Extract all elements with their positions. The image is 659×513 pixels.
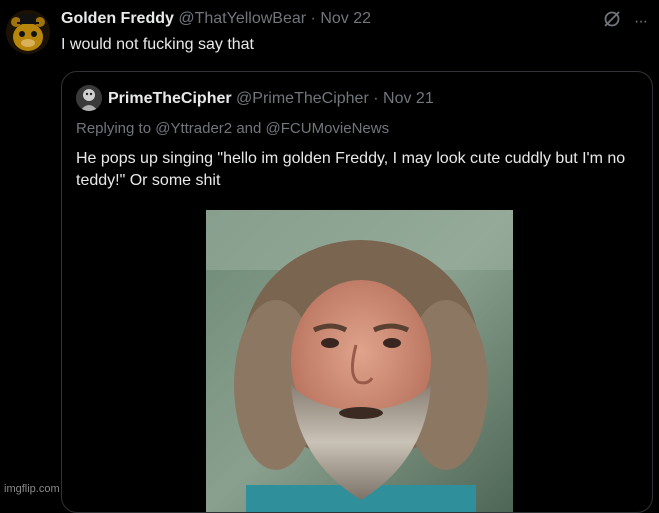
quoted-date[interactable]: Nov 21	[383, 90, 434, 107]
replying-to: Replying to @Yttrader2 and @FCUMovieNews	[76, 119, 389, 139]
reply-mention-2[interactable]: @FCUMovieNews	[266, 120, 390, 137]
replying-and: and	[236, 120, 262, 137]
watermark: imgflip.com	[4, 483, 60, 495]
quoted-author-handle[interactable]: @PrimeTheCipher	[236, 90, 369, 107]
golden-freddy-avatar-icon	[6, 10, 50, 54]
quoted-text: He pops up singing "hello im golden Fred…	[76, 150, 626, 189]
quoted-header: PrimeTheCipher @PrimeTheCipher · Nov 21	[108, 89, 434, 109]
photo-illustration	[206, 210, 513, 512]
separator: ·	[310, 10, 316, 27]
tweet-date[interactable]: Nov 22	[320, 10, 371, 27]
reply-mention-1[interactable]: @Yttrader2	[155, 120, 232, 137]
cipher-avatar-icon	[76, 85, 102, 111]
quoted-author-name[interactable]: PrimeTheCipher	[108, 90, 232, 107]
quoted-avatar[interactable]	[76, 85, 102, 111]
author-name[interactable]: Golden Freddy	[61, 10, 174, 27]
quoted-tweet[interactable]: PrimeTheCipher @PrimeTheCipher · Nov 21 …	[61, 71, 653, 513]
replying-prefix: Replying to	[76, 120, 152, 137]
grok-icon[interactable]	[602, 9, 622, 34]
tweet-text: I would not fucking say that	[61, 36, 254, 53]
tweet-header: Golden Freddy @ThatYellowBear · Nov 22	[61, 9, 371, 29]
avatar[interactable]	[6, 10, 50, 54]
author-handle[interactable]: @ThatYellowBear	[178, 10, 306, 27]
tweet-actions: ···	[602, 9, 648, 34]
more-icon[interactable]: ···	[634, 13, 648, 31]
bearded-man-photo[interactable]	[206, 210, 513, 512]
separator: ·	[373, 90, 379, 107]
